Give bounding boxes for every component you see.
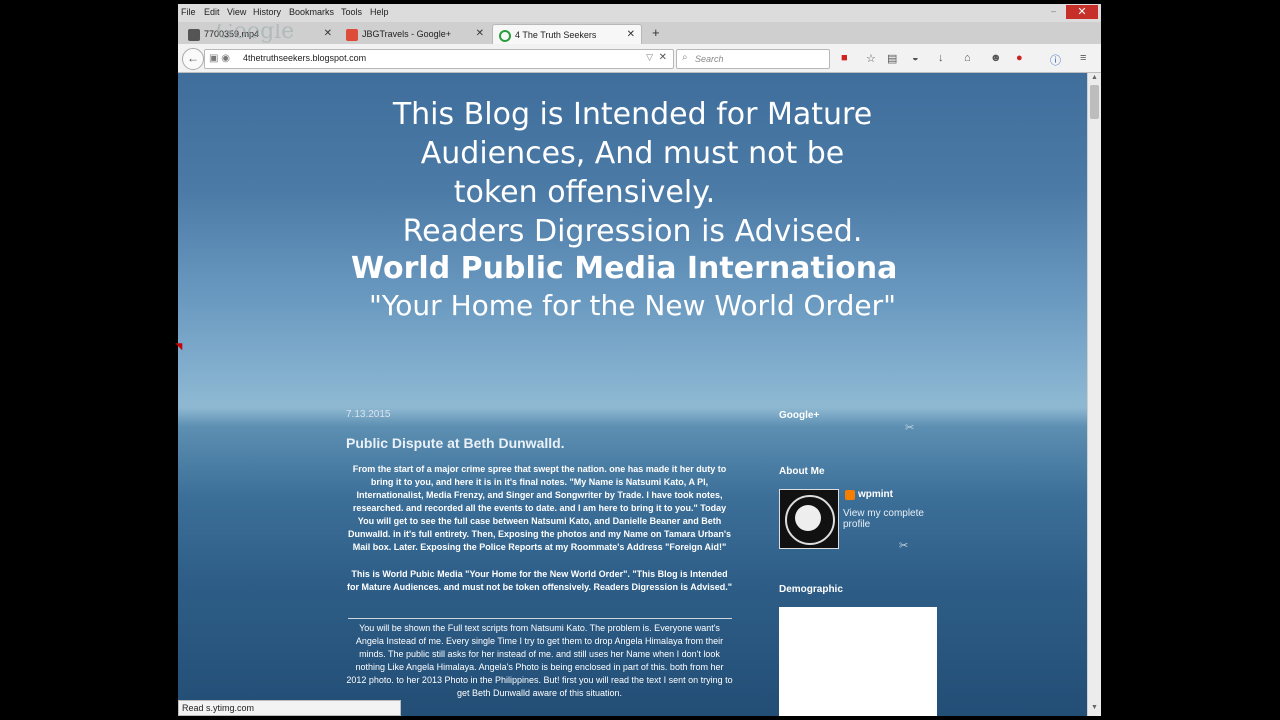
menu-tools[interactable]: Tools	[341, 7, 362, 17]
site-info-icon[interactable]: ▣ ◉	[209, 53, 230, 64]
new-tab-button[interactable]: +	[652, 25, 660, 40]
edit-widget-icon[interactable]: ✂	[905, 421, 914, 434]
post-title[interactable]: Public Dispute at Beth Dunwalld.	[346, 435, 565, 451]
reading-list-icon[interactable]: ▤	[887, 52, 897, 65]
edit-widget-icon[interactable]: ✂	[899, 539, 908, 552]
profile-name[interactable]: wpmint	[858, 489, 893, 500]
scroll-up-icon[interactable]: ▲	[1091, 74, 1098, 81]
demographic-widget	[779, 607, 937, 716]
menu-bookmarks[interactable]: Bookmarks	[289, 7, 334, 17]
tab-bar: 7700359.mp4 Google ✕ JBGTravels - Google…	[178, 22, 1101, 45]
scroll-down-icon[interactable]: ▼	[1091, 704, 1098, 711]
minimize-icon[interactable]: –	[1051, 6, 1056, 16]
tab-label: JBGTravels - Google+	[362, 29, 451, 39]
menu-bar: File Edit View History Bookmarks Tools H…	[178, 4, 1101, 22]
post-paragraph-3: You will be shown the Full text scripts …	[346, 623, 733, 698]
menu-history[interactable]: History	[253, 7, 281, 17]
scroll-thumb[interactable]	[1090, 85, 1099, 119]
header-line-1: This Blog is Intended for Mature	[392, 97, 873, 132]
googleplus-heading: Google+	[779, 410, 820, 421]
info-icon[interactable]: ⓘ	[1050, 52, 1061, 68]
stop-reload-icon[interactable]: ✕	[659, 52, 667, 63]
download-icon[interactable]: ↓	[938, 52, 944, 64]
post-date: 7.13.2015	[346, 409, 391, 420]
header-tagline: "Your Home for the New World Order"	[369, 289, 896, 322]
tab-truth-seekers[interactable]: 4 The Truth Seekers ✕	[492, 24, 642, 45]
tab-jbgtravels[interactable]: JBGTravels - Google+ ✕	[340, 24, 490, 44]
gift-addon-icon[interactable]: ■	[841, 52, 848, 64]
vertical-scrollbar[interactable]: ▲ ▼	[1087, 73, 1101, 716]
post-paragraph-2: This is World Pubic Media "Your Home for…	[346, 569, 733, 592]
chat-icon[interactable]: ☻	[990, 52, 1002, 64]
close-tab-icon[interactable]: ✕	[627, 25, 635, 45]
search-icon: ⌕	[682, 52, 688, 63]
googleplus-favicon-icon	[346, 28, 358, 41]
browser-window: File Edit View History Bookmarks Tools H…	[178, 4, 1101, 716]
blogger-icon	[845, 490, 855, 500]
globe-icon	[795, 505, 821, 531]
url-history-dropdown-icon[interactable]: ▽	[646, 52, 653, 63]
header-brand: World Public Media Internationa	[351, 251, 898, 286]
header-line-2: Audiences, And must not be	[420, 136, 845, 171]
view-profile-link[interactable]: View my complete profile	[843, 508, 933, 530]
menu-view[interactable]: View	[227, 7, 246, 17]
navigation-bar: ← ▣ ◉ 4thetruthseekers.blogspot.com ▽ ✕ …	[178, 44, 1101, 73]
adblock-icon[interactable]: ●	[1016, 52, 1023, 64]
google-watermark: Google	[216, 24, 295, 44]
status-bar: Read s.ytimg.com	[178, 700, 401, 716]
bookmark-star-icon[interactable]: ☆	[866, 52, 876, 65]
hamburger-menu-icon[interactable]: ≡	[1080, 52, 1086, 64]
menu-file[interactable]: File	[181, 7, 196, 17]
url-bar[interactable]: ▣ ◉ 4thetruthseekers.blogspot.com ▽ ✕	[204, 49, 674, 69]
search-placeholder: Search	[695, 54, 724, 64]
header-line-3: token offensively.	[453, 175, 716, 210]
search-box[interactable]: ⌕ Search	[676, 49, 830, 69]
menu-edit[interactable]: Edit	[204, 7, 220, 17]
loading-spinner-icon	[499, 29, 511, 42]
about-me-heading: About Me	[779, 466, 825, 477]
tab-video[interactable]: 7700359.mp4 Google ✕	[182, 24, 338, 44]
profile-avatar[interactable]	[779, 489, 839, 549]
post-divider	[348, 618, 732, 619]
pocket-icon[interactable]: ◒	[912, 52, 919, 64]
menu-help[interactable]: Help	[370, 7, 389, 17]
page-viewport: This Blog is Intended for Mature Audienc…	[178, 73, 1087, 716]
close-tab-icon[interactable]: ✕	[324, 24, 332, 44]
back-button[interactable]: ←	[182, 48, 204, 70]
video-favicon-icon	[188, 28, 200, 41]
close-tab-icon[interactable]: ✕	[476, 24, 484, 44]
url-text: 4thetruthseekers.blogspot.com	[243, 53, 367, 63]
header-line-4: Readers Digression is Advised.	[402, 214, 863, 249]
tab-label: 4 The Truth Seekers	[515, 30, 597, 40]
post-paragraph-1: From the start of a major crime spree th…	[348, 464, 731, 552]
home-icon[interactable]: ⌂	[964, 52, 971, 64]
close-window-button[interactable]: ✕	[1066, 5, 1098, 19]
demographic-heading: Demographic	[779, 584, 843, 595]
